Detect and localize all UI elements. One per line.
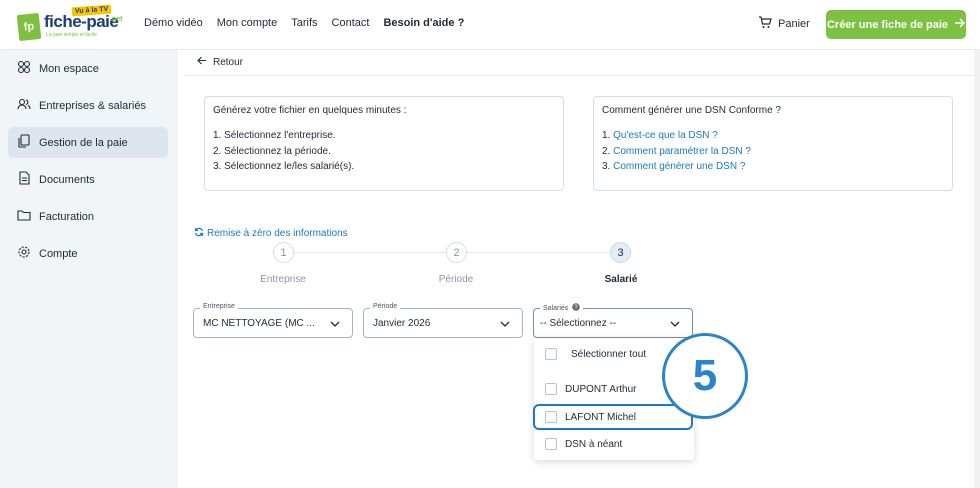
entreprise-select-value: MC NETTOYAGE (MC ... xyxy=(203,318,315,329)
checkbox[interactable] xyxy=(545,438,557,450)
sidebar-item-label: Documents xyxy=(39,173,95,186)
checkbox[interactable] xyxy=(545,348,557,360)
sidebar-item-label: Facturation xyxy=(39,210,95,223)
periode-select[interactable]: Période Janvier 2026 xyxy=(363,303,523,338)
divider xyxy=(185,75,980,76)
documents-copy-icon xyxy=(17,134,31,151)
nav-contact[interactable]: Contact xyxy=(332,17,370,29)
step-connector xyxy=(294,252,456,253)
back-label: Retour xyxy=(213,56,244,68)
dsn-help-line: 2. Comment paramétrer la DSN ? xyxy=(602,144,944,160)
employee-option-label: DSN à néant xyxy=(565,438,623,450)
nav-mon-compte[interactable]: Mon compte xyxy=(217,17,278,29)
step-2-label: Période xyxy=(438,274,474,285)
dsn-help-line: 1. Qu'est-ce que la DSN ? xyxy=(602,128,944,144)
sidebar-item-label: Gestion de la paie xyxy=(39,136,128,149)
users-icon xyxy=(17,97,31,114)
reset-link[interactable]: Remise à zéro des informations xyxy=(194,227,348,240)
sidebar-item-label: Mon espace xyxy=(39,62,99,75)
entreprise-select[interactable]: Entreprise MC NETTOYAGE (MC ... xyxy=(193,303,353,338)
nav-tarifs[interactable]: Tarifs xyxy=(291,17,317,29)
step-connector xyxy=(467,252,611,253)
cart-link[interactable]: Panier xyxy=(758,16,810,32)
scrollbar[interactable] xyxy=(974,50,980,488)
dsn-help-link[interactable]: Qu'est-ce que la DSN ? xyxy=(613,130,718,141)
dsn-help-link[interactable]: Comment générer une DSN ? xyxy=(613,161,745,172)
sidebar-item-documents[interactable]: Documents xyxy=(8,164,168,195)
dsn-help-line: 3. Comment générer une DSN ? xyxy=(602,159,944,175)
periode-select-label: Période xyxy=(370,303,401,310)
nav-demo-video[interactable]: Démo vidéo xyxy=(144,17,203,29)
dsn-help-box: Comment générer une DSN Conforme ? 1. Qu… xyxy=(593,96,953,191)
sidebar-item-compte[interactable]: Compte xyxy=(8,238,168,269)
arrow-right-icon xyxy=(954,18,966,31)
entreprise-select-label: Entreprise xyxy=(200,303,238,310)
sidebar-item-facturation[interactable]: Facturation xyxy=(8,201,168,232)
salaries-select[interactable]: Salariés ? -- Sélectionnez -- xyxy=(533,303,693,338)
gear-icon xyxy=(17,245,31,262)
sidebar-item-label: Entreprises & salariés xyxy=(39,99,146,112)
back-link[interactable]: Retour xyxy=(197,56,243,68)
reset-label: Remise à zéro des informations xyxy=(207,228,348,239)
instruction-line: 3. Sélectionnez le/les salarié(s). xyxy=(213,161,355,172)
arrow-left-icon xyxy=(197,56,207,68)
logo-tagline: La paie simple et facile xyxy=(46,32,97,38)
step-2-circle[interactable]: 2 xyxy=(446,242,467,263)
create-payslip-label: Créer une fiche de paie xyxy=(826,18,949,31)
step-3-label: Salarié xyxy=(604,274,638,285)
chevron-down-icon xyxy=(670,321,680,327)
label-text: Salariés xyxy=(543,304,569,312)
folder-icon xyxy=(17,208,31,225)
create-payslip-button[interactable]: Créer une fiche de paie xyxy=(826,10,966,39)
instruction-line: 2. Sélectionnez la période. xyxy=(213,145,331,157)
top-nav: Démo vidéo Mon compte Tarifs Contact Bes… xyxy=(144,17,464,29)
document-icon xyxy=(17,171,31,188)
step-3-circle[interactable]: 3 xyxy=(610,242,631,263)
employee-option-label: DUPONT Arthur xyxy=(565,383,637,395)
dsn-help-title: Comment générer une DSN Conforme ? xyxy=(602,105,781,116)
highlight-outline xyxy=(533,404,693,430)
salaries-select-value: -- Sélectionnez -- xyxy=(540,318,617,329)
line-number: 1. xyxy=(602,130,611,141)
select-all-label: Sélectionner tout xyxy=(571,348,647,360)
sidebar-item-gestion-paie[interactable]: Gestion de la paie xyxy=(8,127,168,158)
checkbox[interactable] xyxy=(545,383,557,395)
step-number-annotation: 5 xyxy=(662,333,748,419)
chevron-down-icon xyxy=(330,321,340,327)
label-text: Entreprise xyxy=(203,303,235,310)
salaries-select-label: Salariés ? xyxy=(540,303,584,313)
grid-icon xyxy=(17,60,31,77)
dsn-help-link[interactable]: Comment paramétrer la DSN ? xyxy=(613,146,751,157)
header: fp Vu à la TV fiche-paie .net La paie si… xyxy=(0,0,980,50)
label-text: Période xyxy=(373,303,398,310)
sidebar: Mon espace Entreprises & salariés Gestio… xyxy=(0,50,178,488)
sidebar-item-mon-espace[interactable]: Mon espace xyxy=(8,53,168,84)
instructions-title: Générez votre fichier en quelques minute… xyxy=(213,105,407,116)
help-icon[interactable]: ? xyxy=(572,303,581,313)
sidebar-item-label: Compte xyxy=(39,247,78,260)
logo-brand: fiche-paie xyxy=(44,12,119,31)
logo[interactable]: fp Vu à la TV fiche-paie .net La paie si… xyxy=(16,4,128,44)
chevron-down-icon xyxy=(500,321,510,327)
step-1-circle[interactable]: 1 xyxy=(273,242,294,263)
cart-icon xyxy=(758,16,772,32)
line-number: 2. xyxy=(602,145,611,157)
nav-besoin-aide[interactable]: Besoin d'aide ? xyxy=(383,17,464,29)
instruction-line: 1. Sélectionnez l'entreprise. xyxy=(213,130,336,141)
line-number: 3. xyxy=(602,161,611,172)
cart-label: Panier xyxy=(778,18,810,30)
periode-select-value: Janvier 2026 xyxy=(373,318,431,329)
logo-net: .net xyxy=(110,16,123,23)
instructions-box: Générez votre fichier en quelques minute… xyxy=(204,96,564,191)
sidebar-item-entreprises[interactable]: Entreprises & salariés xyxy=(8,90,168,121)
refresh-icon xyxy=(194,227,204,240)
employee-option[interactable]: DSN à néant xyxy=(534,431,694,457)
step-1-label: Entreprise xyxy=(260,274,306,285)
logo-mark: fp xyxy=(16,12,42,42)
